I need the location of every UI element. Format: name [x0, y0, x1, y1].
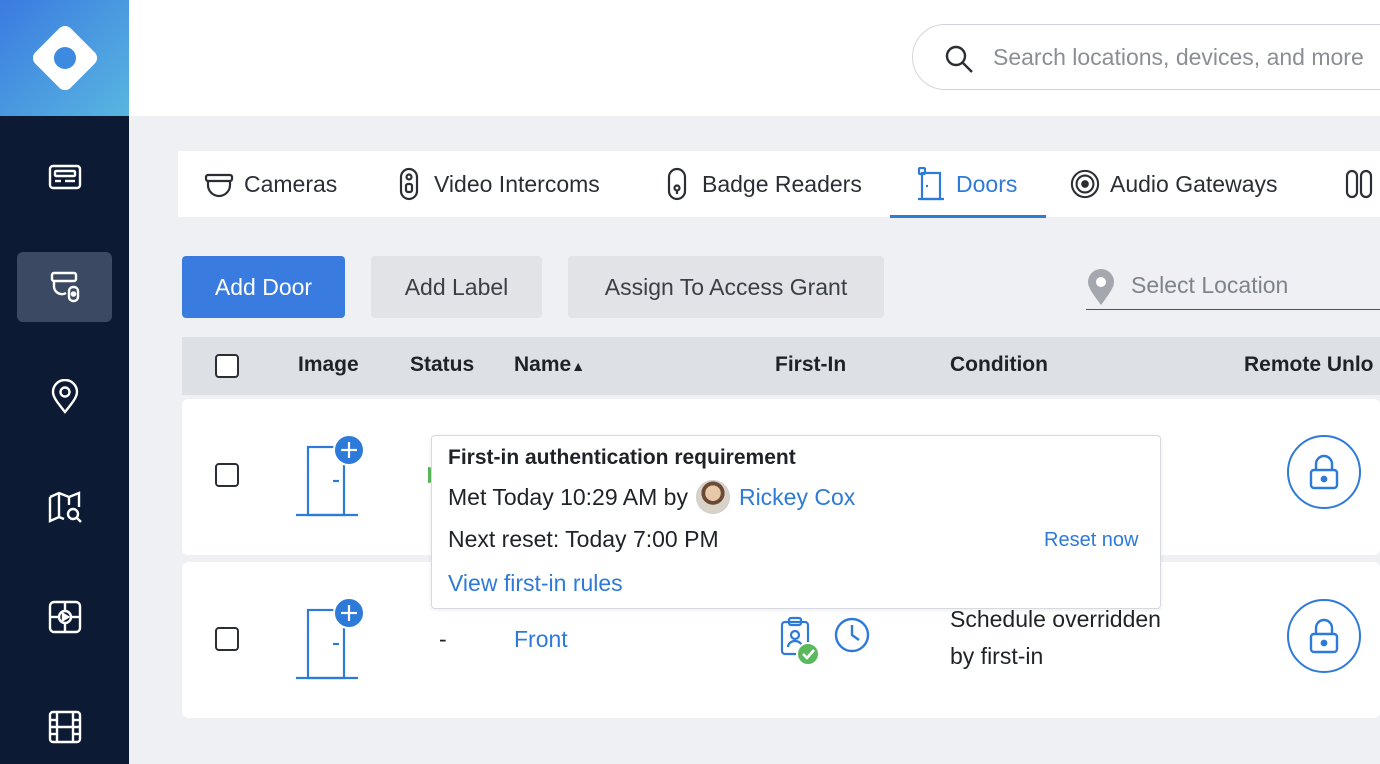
remote-unlock-button[interactable] [1287, 599, 1361, 673]
film-icon [48, 710, 81, 744]
active-tab-indicator [890, 215, 1046, 218]
badge-reader-icon [667, 167, 687, 201]
lock-icon [1309, 454, 1339, 490]
tab-label: Cameras [244, 170, 338, 197]
table-header: Image Status Name▲ First-In Condition Re… [182, 337, 1380, 395]
tab-video-intercoms[interactable]: Video Intercoms [394, 151, 600, 217]
sidebar-item-maps[interactable] [17, 472, 112, 542]
row-checkbox[interactable] [215, 463, 239, 487]
next-reset-text: Next reset: Today 7:00 PM [448, 526, 719, 552]
condition-line-1: Schedule overridden [950, 606, 1161, 632]
tab-audio-gateways[interactable]: Audio Gateways [1070, 151, 1277, 217]
add-label-button[interactable]: Add Label [371, 256, 542, 318]
avatar [695, 480, 730, 514]
first-in-popover: First-in authentication requirement Met … [431, 435, 1161, 609]
search-placeholder: Search locations, devices, and more [993, 44, 1364, 70]
location-pin-icon [51, 379, 78, 414]
tab-label: Video Intercoms [434, 170, 600, 197]
tab-badge-readers[interactable]: Badge Readers [662, 151, 862, 217]
header-name-label: Name [514, 353, 572, 376]
tab-more[interactable] [1344, 151, 1380, 217]
popover-title: First-in authentication requirement [448, 446, 796, 469]
door-icon [917, 167, 944, 201]
dashboard-icon [48, 164, 81, 190]
header-remote-unlock[interactable]: Remote Unlo [1244, 353, 1374, 377]
search-input[interactable]: Search locations, devices, and more [912, 24, 1380, 90]
sidebar-item-devices[interactable] [17, 252, 112, 322]
condition-line-2: by first-in [950, 643, 1044, 669]
door-name-link[interactable]: Front [514, 626, 568, 653]
sidebar-item-dashboard[interactable] [17, 142, 112, 212]
user-link[interactable]: Rickey Cox [739, 484, 855, 511]
view-first-in-rules-link[interactable]: View first-in rules [448, 570, 623, 597]
tab-doors[interactable]: Doors [916, 151, 1017, 217]
audio-gateway-icon [1070, 169, 1100, 199]
sidebar [0, 0, 129, 764]
met-text: Met Today 10:29 AM by [448, 483, 688, 510]
sidebar-item-recordings[interactable] [17, 692, 112, 762]
tab-label: Badge Readers [702, 170, 862, 197]
header-name[interactable]: Name▲ [514, 353, 585, 377]
status-value: - [439, 626, 447, 652]
first-in-met-icon[interactable] [779, 616, 821, 666]
sort-asc-icon: ▲ [571, 358, 586, 374]
device-tabs: Cameras Video Intercoms Badge Readers Do… [178, 151, 1380, 218]
top-bar: Search locations, devices, and more [129, 0, 1380, 116]
intercom-pair-icon [1345, 169, 1373, 199]
add-door-button[interactable]: Add Door [182, 256, 345, 318]
tab-label: Doors [956, 170, 1018, 197]
reset-now-link[interactable]: Reset now [1044, 529, 1139, 552]
sidebar-item-video-wall[interactable] [17, 582, 112, 652]
header-status[interactable]: Status [410, 353, 474, 377]
location-pin-icon [1088, 269, 1114, 305]
location-placeholder: Select Location [1131, 272, 1289, 298]
intercom-icon [399, 167, 419, 201]
devices-icon [50, 271, 79, 303]
select-all-checkbox[interactable] [215, 354, 239, 378]
video-wall-icon [48, 600, 81, 634]
door-image-icon [296, 434, 365, 517]
door-image-icon [296, 597, 365, 680]
header-first-in[interactable]: First-In [775, 353, 846, 377]
header-image: Image [298, 353, 359, 376]
camera-icon [204, 173, 234, 198]
logo-dot [54, 47, 76, 69]
remote-unlock-button[interactable] [1287, 435, 1361, 509]
header-condition[interactable]: Condition [950, 353, 1048, 377]
row-checkbox[interactable] [215, 627, 239, 651]
location-select[interactable]: Select Location [1086, 266, 1380, 310]
sidebar-item-locations[interactable] [17, 362, 112, 432]
popover-met-line: Met Today 10:29 AM by Rickey Cox [448, 480, 855, 514]
lock-icon [1309, 618, 1339, 654]
assign-access-grant-button[interactable]: Assign To Access Grant [568, 256, 884, 318]
tab-cameras[interactable]: Cameras [204, 151, 337, 217]
search-icon [945, 45, 973, 73]
map-search-icon [48, 491, 82, 523]
tab-label: Audio Gateways [1110, 170, 1278, 197]
app-logo[interactable] [0, 0, 129, 116]
clock-icon[interactable] [833, 616, 871, 654]
